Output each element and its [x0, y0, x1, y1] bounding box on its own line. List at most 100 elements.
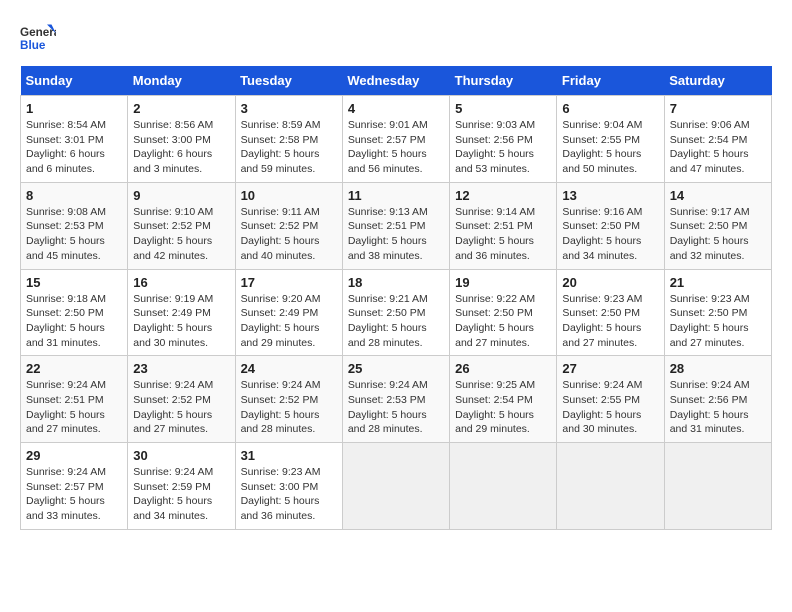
day-info: Sunrise: 9:14 AM Sunset: 2:51 PM Dayligh… — [455, 205, 551, 264]
calendar-cell: 24 Sunrise: 9:24 AM Sunset: 2:52 PM Dayli… — [235, 356, 342, 443]
calendar-cell: 16 Sunrise: 9:19 AM Sunset: 2:49 PM Dayli… — [128, 269, 235, 356]
calendar-cell: 30 Sunrise: 9:24 AM Sunset: 2:59 PM Dayli… — [128, 443, 235, 530]
day-info: Sunrise: 9:21 AM Sunset: 2:50 PM Dayligh… — [348, 292, 444, 351]
day-number: 14 — [670, 188, 766, 203]
column-header-friday: Friday — [557, 66, 664, 96]
day-number: 13 — [562, 188, 658, 203]
calendar-cell: 19 Sunrise: 9:22 AM Sunset: 2:50 PM Dayli… — [450, 269, 557, 356]
day-number: 9 — [133, 188, 229, 203]
calendar-cell: 14 Sunrise: 9:17 AM Sunset: 2:50 PM Dayli… — [664, 182, 771, 269]
calendar-cell: 15Sunrise: 9:18 AM Sunset: 2:50 PM Dayli… — [21, 269, 128, 356]
calendar-cell: 5 Sunrise: 9:03 AM Sunset: 2:56 PM Daylig… — [450, 96, 557, 183]
calendar-cell: 7Sunrise: 9:06 AM Sunset: 2:54 PM Daylig… — [664, 96, 771, 183]
day-number: 29 — [26, 448, 122, 463]
day-number: 30 — [133, 448, 229, 463]
week-row: 8Sunrise: 9:08 AM Sunset: 2:53 PM Daylig… — [21, 182, 772, 269]
calendar-cell: 22 Sunrise: 9:24 AM Sunset: 2:51 PM Dayli… — [21, 356, 128, 443]
calendar-cell: 12 Sunrise: 9:14 AM Sunset: 2:51 PM Dayli… — [450, 182, 557, 269]
day-number: 31 — [241, 448, 337, 463]
calendar-cell — [342, 443, 449, 530]
day-number: 8 — [26, 188, 122, 203]
day-info: Sunrise: 9:25 AM Sunset: 2:54 PM Dayligh… — [455, 378, 551, 437]
day-number: 17 — [241, 275, 337, 290]
day-number: 26 — [455, 361, 551, 376]
day-number: 21 — [670, 275, 766, 290]
day-number: 4 — [348, 101, 444, 116]
day-info: Sunrise: 9:01 AM Sunset: 2:57 PM Dayligh… — [348, 118, 444, 177]
day-info: Sunrise: 9:24 AM Sunset: 2:51 PM Dayligh… — [26, 378, 122, 437]
calendar-cell: 17 Sunrise: 9:20 AM Sunset: 2:49 PM Dayli… — [235, 269, 342, 356]
svg-text:Blue: Blue — [20, 39, 46, 52]
day-info: Sunrise: 9:20 AM Sunset: 2:49 PM Dayligh… — [241, 292, 337, 351]
calendar-cell: 29 Sunrise: 9:24 AM Sunset: 2:57 PM Dayli… — [21, 443, 128, 530]
day-number: 18 — [348, 275, 444, 290]
week-row: 1 Sunrise: 8:54 AM Sunset: 3:01 PM Daylig… — [21, 96, 772, 183]
calendar-cell: 4 Sunrise: 9:01 AM Sunset: 2:57 PM Daylig… — [342, 96, 449, 183]
day-info: Sunrise: 9:24 AM Sunset: 2:56 PM Dayligh… — [670, 378, 766, 437]
day-number: 28 — [670, 361, 766, 376]
day-number: 1 — [26, 101, 122, 116]
day-info: Sunrise: 9:24 AM Sunset: 2:53 PM Dayligh… — [348, 378, 444, 437]
day-info: Sunrise: 9:19 AM Sunset: 2:49 PM Dayligh… — [133, 292, 229, 351]
calendar-cell — [557, 443, 664, 530]
day-info: Sunrise: 9:04 AM Sunset: 2:55 PM Dayligh… — [562, 118, 658, 177]
column-header-sunday: Sunday — [21, 66, 128, 96]
day-info: Sunrise: 9:24 AM Sunset: 2:52 PM Dayligh… — [241, 378, 337, 437]
day-info: Sunrise: 9:24 AM Sunset: 2:57 PM Dayligh… — [26, 465, 122, 524]
week-row: 15Sunrise: 9:18 AM Sunset: 2:50 PM Dayli… — [21, 269, 772, 356]
calendar-cell: 2 Sunrise: 8:56 AM Sunset: 3:00 PM Daylig… — [128, 96, 235, 183]
day-info: Sunrise: 9:24 AM Sunset: 2:52 PM Dayligh… — [133, 378, 229, 437]
day-number: 25 — [348, 361, 444, 376]
calendar-cell: 27 Sunrise: 9:24 AM Sunset: 2:55 PM Dayli… — [557, 356, 664, 443]
day-info: Sunrise: 9:24 AM Sunset: 2:59 PM Dayligh… — [133, 465, 229, 524]
day-info: Sunrise: 9:13 AM Sunset: 2:51 PM Dayligh… — [348, 205, 444, 264]
day-number: 27 — [562, 361, 658, 376]
calendar-cell: 21 Sunrise: 9:23 AM Sunset: 2:50 PM Dayli… — [664, 269, 771, 356]
logo-icon: General Blue — [20, 20, 56, 56]
day-number: 23 — [133, 361, 229, 376]
day-number: 5 — [455, 101, 551, 116]
calendar-cell: 23 Sunrise: 9:24 AM Sunset: 2:52 PM Dayli… — [128, 356, 235, 443]
day-info: Sunrise: 9:16 AM Sunset: 2:50 PM Dayligh… — [562, 205, 658, 264]
day-info: Sunrise: 9:23 AM Sunset: 2:50 PM Dayligh… — [562, 292, 658, 351]
header-row: SundayMondayTuesdayWednesdayThursdayFrid… — [21, 66, 772, 96]
page-header: General Blue — [20, 20, 772, 56]
calendar-cell — [450, 443, 557, 530]
day-info: Sunrise: 8:56 AM Sunset: 3:00 PM Dayligh… — [133, 118, 229, 177]
calendar-cell: 28 Sunrise: 9:24 AM Sunset: 2:56 PM Dayli… — [664, 356, 771, 443]
calendar-table: SundayMondayTuesdayWednesdayThursdayFrid… — [20, 66, 772, 530]
calendar-header: SundayMondayTuesdayWednesdayThursdayFrid… — [21, 66, 772, 96]
day-info: Sunrise: 9:17 AM Sunset: 2:50 PM Dayligh… — [670, 205, 766, 264]
calendar-cell: 13 Sunrise: 9:16 AM Sunset: 2:50 PM Dayli… — [557, 182, 664, 269]
week-row: 22 Sunrise: 9:24 AM Sunset: 2:51 PM Dayli… — [21, 356, 772, 443]
column-header-monday: Monday — [128, 66, 235, 96]
day-number: 12 — [455, 188, 551, 203]
day-info: Sunrise: 9:06 AM Sunset: 2:54 PM Dayligh… — [670, 118, 766, 177]
day-number: 22 — [26, 361, 122, 376]
day-number: 19 — [455, 275, 551, 290]
logo: General Blue — [20, 20, 56, 56]
calendar-cell: 25 Sunrise: 9:24 AM Sunset: 2:53 PM Dayli… — [342, 356, 449, 443]
day-number: 24 — [241, 361, 337, 376]
calendar-cell: 31Sunrise: 9:23 AM Sunset: 3:00 PM Dayli… — [235, 443, 342, 530]
day-number: 3 — [241, 101, 337, 116]
day-number: 11 — [348, 188, 444, 203]
day-number: 20 — [562, 275, 658, 290]
day-info: Sunrise: 9:03 AM Sunset: 2:56 PM Dayligh… — [455, 118, 551, 177]
calendar-cell: 9Sunrise: 9:10 AM Sunset: 2:52 PM Daylig… — [128, 182, 235, 269]
day-number: 2 — [133, 101, 229, 116]
day-number: 6 — [562, 101, 658, 116]
day-info: Sunrise: 9:22 AM Sunset: 2:50 PM Dayligh… — [455, 292, 551, 351]
calendar-cell: 3Sunrise: 8:59 AM Sunset: 2:58 PM Daylig… — [235, 96, 342, 183]
calendar-cell: 10Sunrise: 9:11 AM Sunset: 2:52 PM Dayli… — [235, 182, 342, 269]
day-info: Sunrise: 9:24 AM Sunset: 2:55 PM Dayligh… — [562, 378, 658, 437]
calendar-cell: 20 Sunrise: 9:23 AM Sunset: 2:50 PM Dayli… — [557, 269, 664, 356]
calendar-cell — [664, 443, 771, 530]
day-info: Sunrise: 8:54 AM Sunset: 3:01 PM Dayligh… — [26, 118, 122, 177]
column-header-thursday: Thursday — [450, 66, 557, 96]
svg-text:General: General — [20, 26, 56, 39]
day-info: Sunrise: 9:23 AM Sunset: 2:50 PM Dayligh… — [670, 292, 766, 351]
day-number: 16 — [133, 275, 229, 290]
calendar-cell: 6 Sunrise: 9:04 AM Sunset: 2:55 PM Daylig… — [557, 96, 664, 183]
day-number: 15 — [26, 275, 122, 290]
